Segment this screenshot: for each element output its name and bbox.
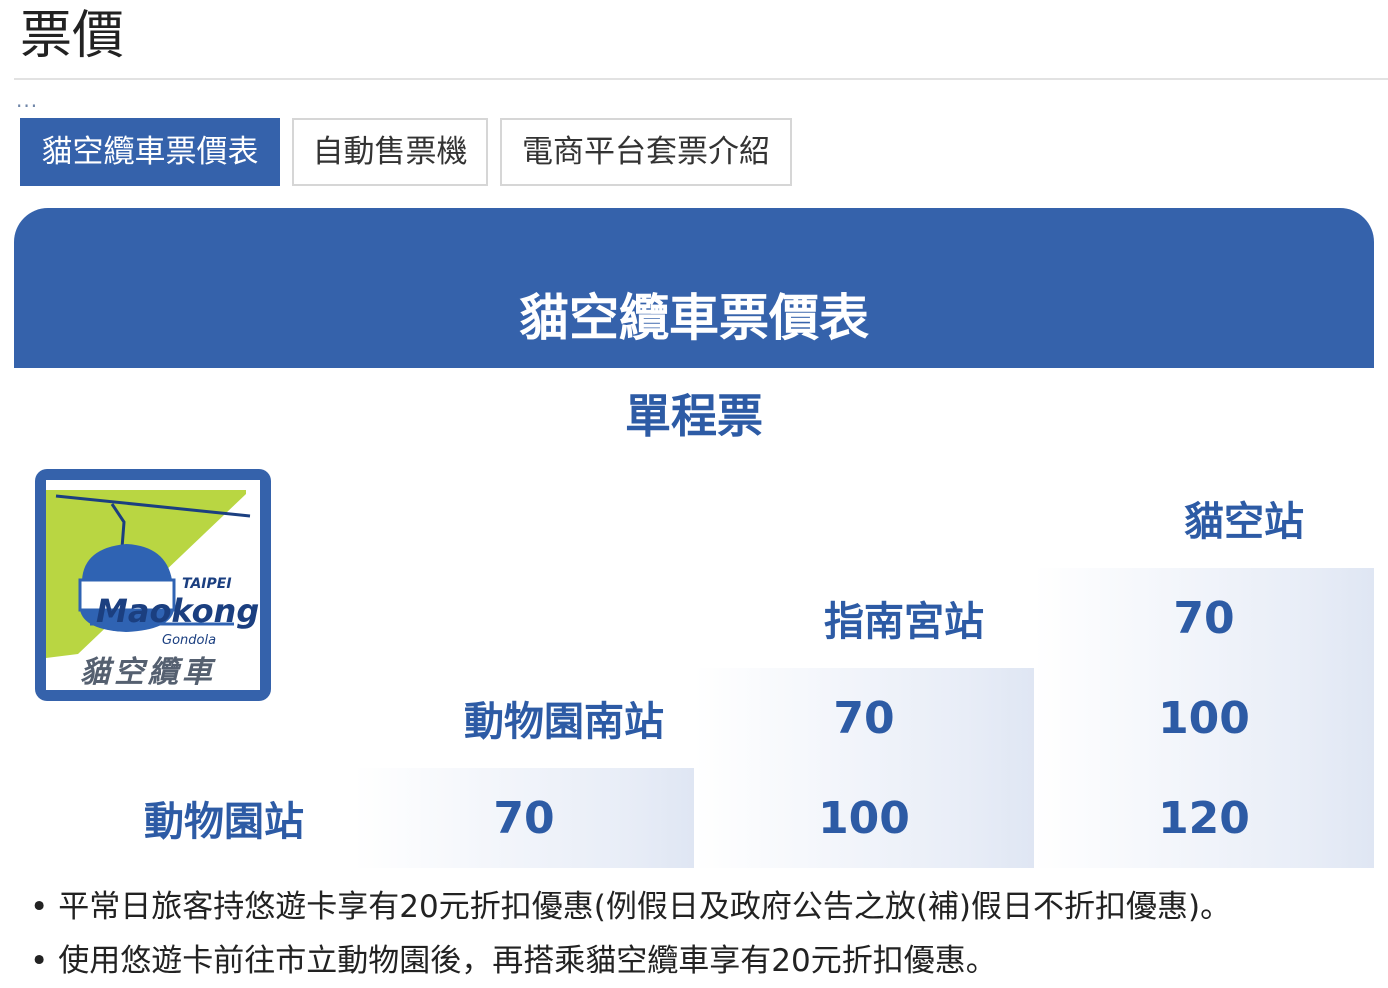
title-divider: [14, 78, 1388, 80]
fare-notes: 平常日旅客持悠遊卡享有20元折扣優惠(例假日及政府公告之放(補)假日不折扣優惠)…: [30, 880, 1231, 988]
price-zoo-maokong: 120: [1158, 792, 1250, 844]
station-maokong-label: 貓空站: [1184, 499, 1304, 545]
logo-chinese-text: 貓空纜車: [80, 655, 216, 690]
price-zoo-zoo-south: 70: [493, 792, 555, 844]
price-zoo-south-zhinan: 70: [833, 692, 895, 744]
logo-taipei-text: TAIPEI: [182, 576, 232, 592]
price-zhinan-maokong: 70: [1173, 592, 1235, 644]
logo-gondola-text: Gondola: [162, 633, 216, 648]
banner-title: 貓空纜車票價表: [519, 289, 869, 347]
more-indicator: ...: [16, 88, 39, 112]
single-ticket-heading: 單程票: [625, 389, 763, 443]
tab-ecommerce-packages[interactable]: 電商平台套票介紹: [500, 118, 792, 186]
note-easycard-weekday-discount: 平常日旅客持悠遊卡享有20元折扣優惠(例假日及政府公告之放(補)假日不折扣優惠)…: [30, 880, 1231, 934]
page-title: 票價: [20, 6, 125, 66]
note-zoo-transfer-discount: 使用悠遊卡前往市立動物園後，再搭乘貓空纜車享有20元折扣優惠。: [30, 934, 1231, 988]
fare-table-banner: 貓空纜車票價表: [14, 208, 1374, 368]
tab-fare-table[interactable]: 貓空纜車票價表: [20, 118, 280, 186]
price-zoo-south-maokong: 100: [1158, 692, 1250, 744]
station-zoo-south-label: 動物園南站: [464, 699, 664, 745]
maokong-gondola-logo: TAIPEI Maokong Gondola 貓空纜車: [34, 468, 272, 702]
price-zoo-zhinan: 100: [818, 792, 910, 844]
station-zoo-label: 動物園站: [144, 799, 304, 845]
logo-maokong-text: Maokong: [96, 592, 259, 630]
tab-ticket-machine[interactable]: 自動售票機: [292, 118, 488, 186]
station-zhinan-label: 指南宮站: [824, 599, 984, 645]
